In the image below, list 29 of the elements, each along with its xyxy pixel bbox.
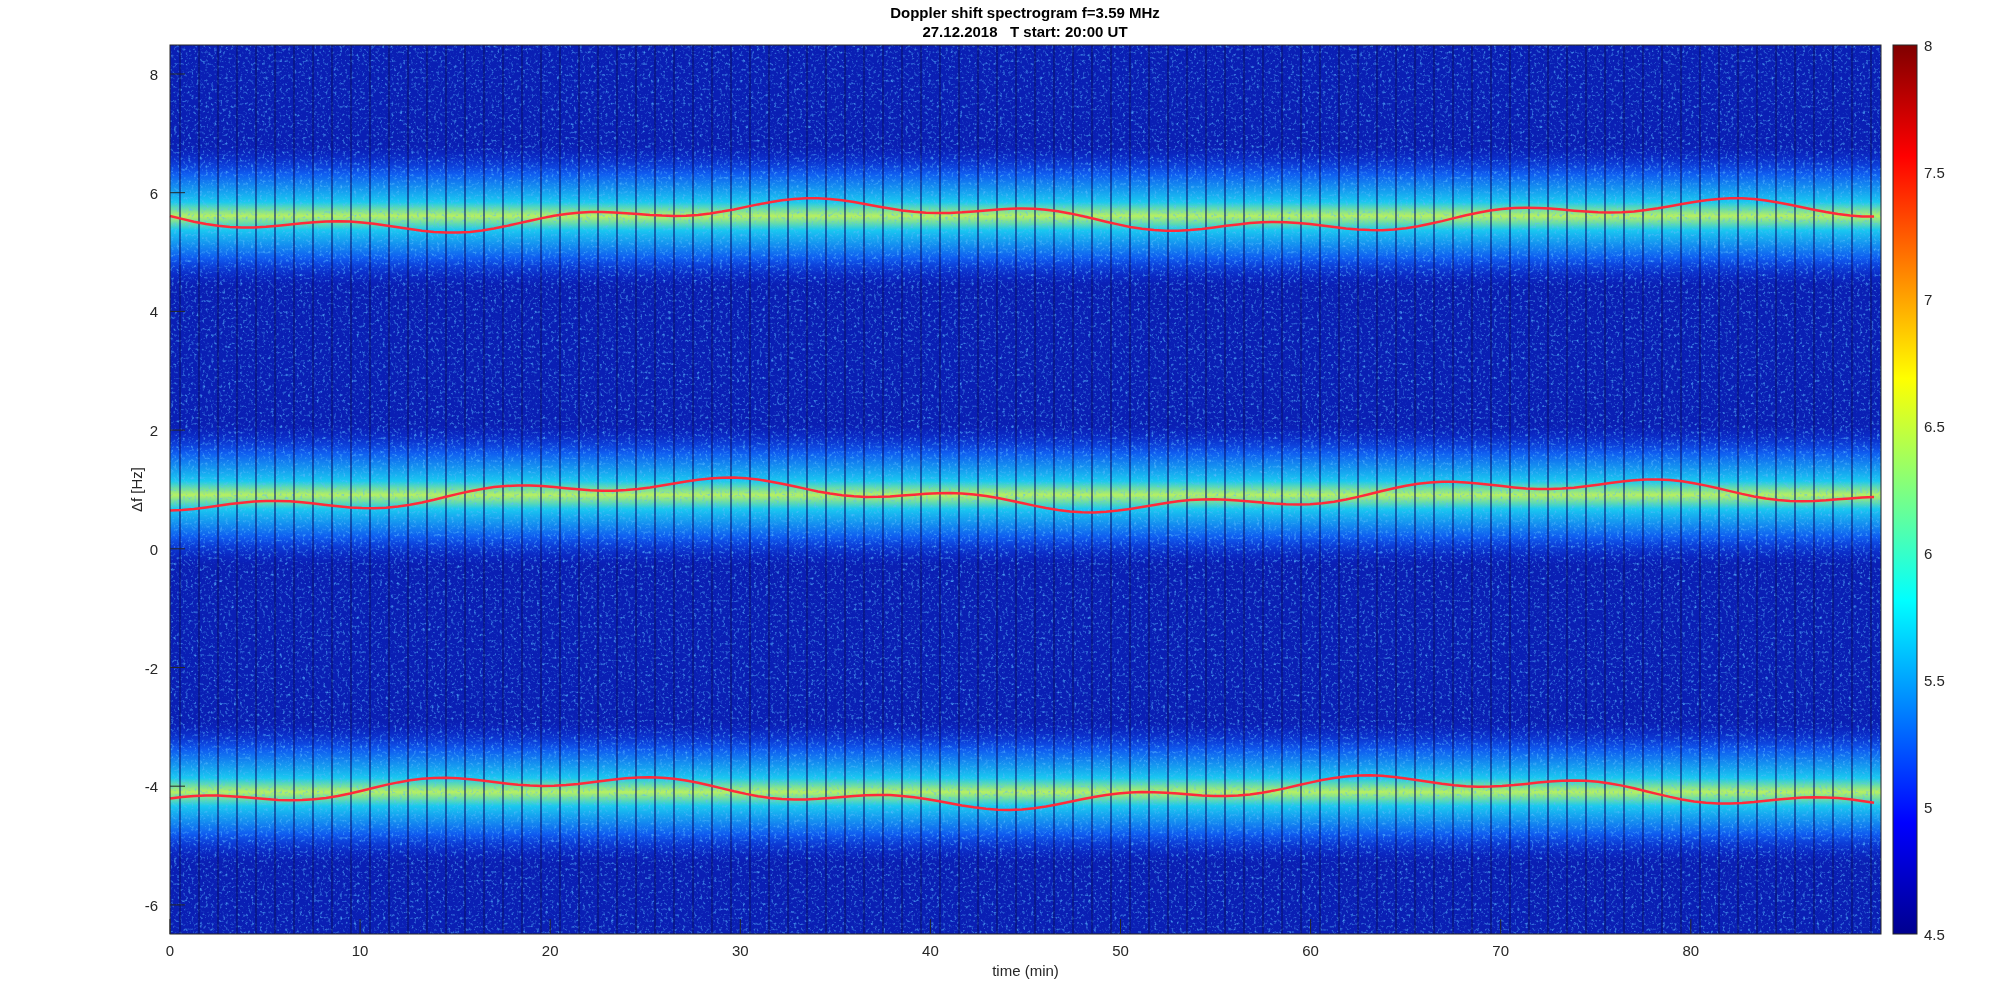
colorbar-tick-label: 4.5 xyxy=(1924,926,1945,943)
y-tick-label: 4 xyxy=(149,303,158,321)
colorbar-tick-label: 7.5 xyxy=(1924,164,1945,181)
x-tick-label: 30 xyxy=(731,942,749,959)
y-tick-label: 6 xyxy=(149,184,158,202)
x-tick-label: 0 xyxy=(165,942,175,959)
x-tick-label: 80 xyxy=(1682,942,1700,959)
x-tick-label: 70 xyxy=(1492,942,1510,959)
y-tick-label: 8 xyxy=(149,66,158,83)
colorbar-tick-label: 5 xyxy=(1924,799,1933,816)
y-tick-label: 0 xyxy=(149,540,158,558)
y-axis-label: Δf [Hz] xyxy=(128,467,145,512)
x-tick-label: 60 xyxy=(1302,942,1319,959)
chart-title: Doppler shift spectrogram f=3.59 MHz xyxy=(890,4,1160,21)
colorbar-tick-label: 6.5 xyxy=(1924,418,1945,435)
x-tick-label: 40 xyxy=(922,942,939,959)
colorbar-tick-label: 7 xyxy=(1924,291,1933,308)
colorbar-tick-label: 8 xyxy=(1924,37,1933,54)
y-tick-label: 2 xyxy=(149,422,158,440)
colorbar-tick-label: 5.5 xyxy=(1924,672,1945,689)
x-tick-label: 10 xyxy=(351,942,369,959)
x-tick-label: 20 xyxy=(541,942,559,959)
chart-subtitle: 27.12.2018 T start: 20:00 UT xyxy=(922,23,1128,40)
y-tick-label: -2 xyxy=(144,659,158,677)
y-tick-label: -4 xyxy=(144,778,158,796)
x-axis-label: time (min) xyxy=(992,962,1059,979)
x-tick-label: 50 xyxy=(1112,942,1129,959)
colorbar-tick-label: 6 xyxy=(1924,545,1933,562)
y-tick-label: -6 xyxy=(144,896,158,914)
